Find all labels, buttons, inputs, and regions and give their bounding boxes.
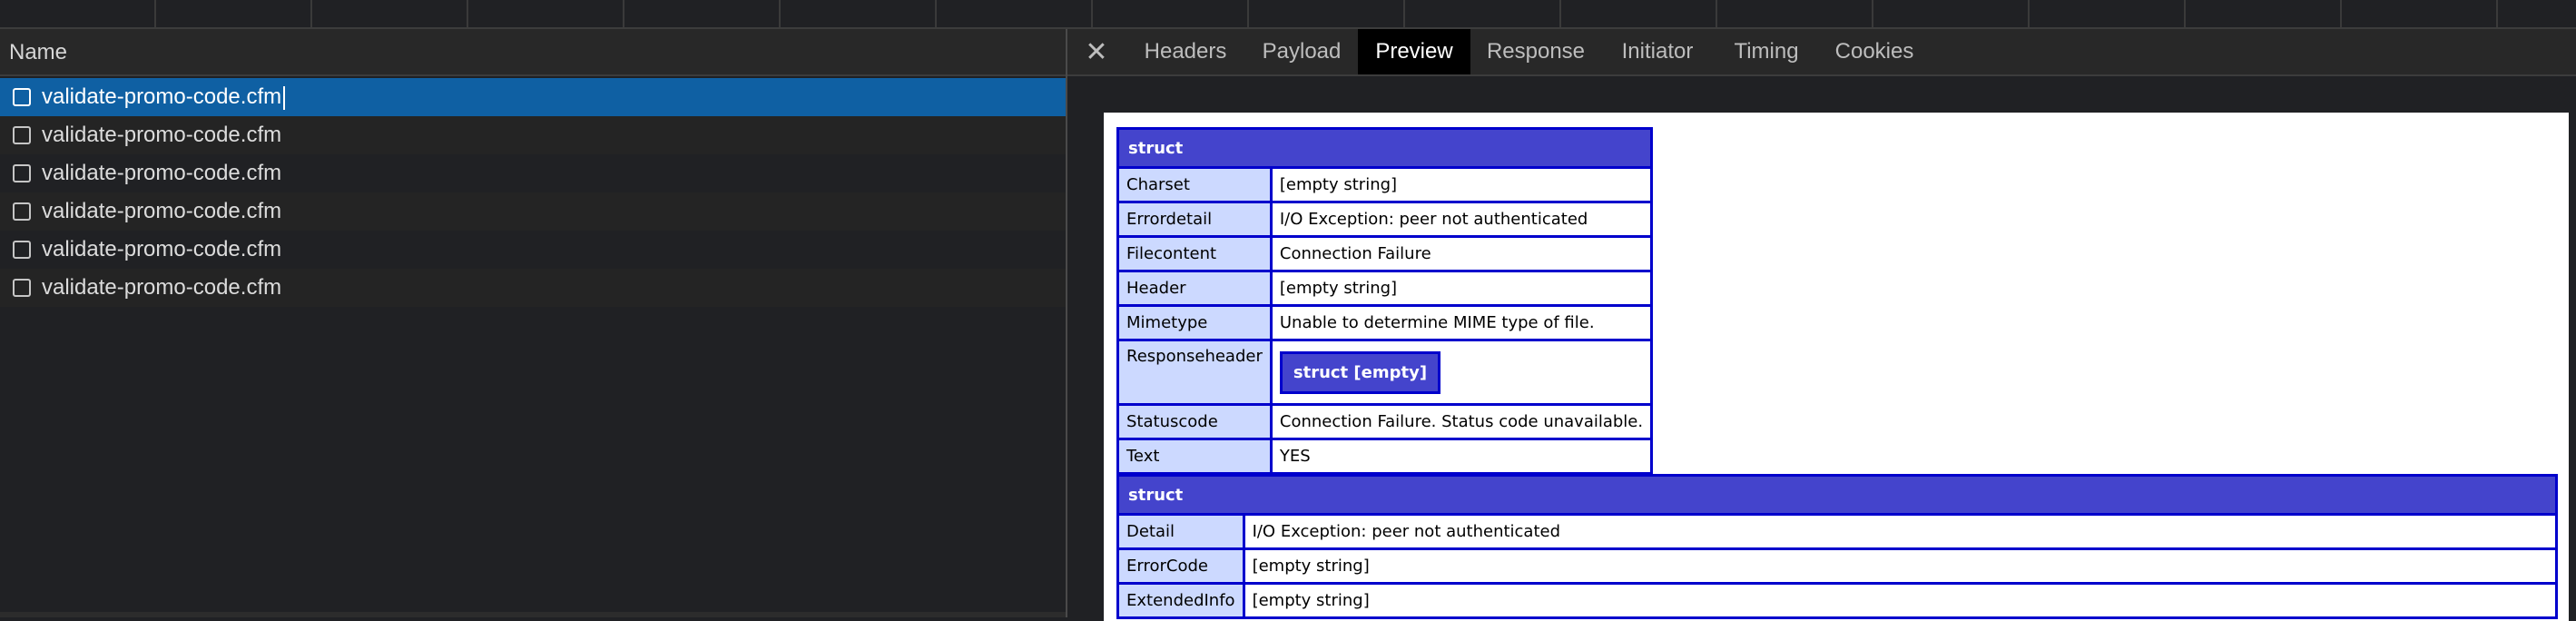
timeline-gridline	[1247, 0, 1249, 27]
tab-payload[interactable]: Payload	[1245, 29, 1358, 74]
timeline-gridline	[154, 0, 156, 27]
request-row[interactable]: validate-promo-code.cfm	[0, 231, 1066, 269]
timeline-gridline	[935, 0, 937, 27]
struct-row: Filecontent Connection Failure	[1119, 238, 1651, 272]
struct-key[interactable]: Statuscode	[1119, 406, 1273, 440]
struct-value: YES	[1272, 440, 1651, 472]
tab-initiator[interactable]: Initiator	[1601, 29, 1714, 74]
timeline-gridline	[2496, 0, 2498, 27]
request-checkbox[interactable]	[13, 241, 31, 259]
tab-response[interactable]: Response	[1470, 29, 1601, 74]
struct-row: Statuscode Connection Failure. Status co…	[1119, 406, 1651, 440]
timeline-gridline	[2184, 0, 2186, 27]
timeline-gridline	[623, 0, 624, 27]
struct-row: Responseheader struct [empty]	[1119, 341, 1651, 406]
timeline-gridline	[2028, 0, 2030, 27]
request-list: validate-promo-code.cfm validate-promo-c…	[0, 78, 1066, 307]
timeline-gridline	[310, 0, 312, 27]
timeline-gridline	[1403, 0, 1405, 27]
struct-value: I/O Exception: peer not authenticated	[1244, 516, 2555, 550]
request-list-pane: Name validate-promo-code.cfm validate-pr…	[0, 29, 1067, 617]
timeline-gridline	[1716, 0, 1717, 27]
struct-header[interactable]: struct	[1119, 477, 2555, 516]
text-cursor	[283, 85, 286, 110]
timeline-gridline	[1091, 0, 1093, 27]
request-name: validate-promo-code.cfm	[42, 78, 286, 116]
request-name: validate-promo-code.cfm	[42, 161, 282, 185]
request-name: validate-promo-code.cfm	[42, 123, 282, 147]
struct-value: struct [empty]	[1272, 341, 1651, 406]
struct-dump-table: struct Detail I/O Exception: peer not au…	[1116, 474, 2558, 619]
struct-row: Header [empty string]	[1119, 272, 1651, 307]
struct-value: [empty string]	[1244, 585, 2555, 616]
timeline-gridline	[1559, 0, 1561, 27]
struct-row: Detail I/O Exception: peer not authentic…	[1119, 516, 2555, 550]
details-tab-bar: ✕ Headers Payload Preview Response Initi…	[1067, 29, 2576, 76]
request-checkbox[interactable]	[13, 164, 31, 182]
struct-key[interactable]: ExtendedInfo	[1119, 585, 1245, 616]
struct-key[interactable]: Header	[1119, 272, 1273, 307]
struct-key[interactable]: Detail	[1119, 516, 1245, 550]
tab-preview[interactable]: Preview	[1358, 29, 1470, 74]
horizontal-scrollbar[interactable]	[0, 612, 1066, 617]
request-name: validate-promo-code.cfm	[42, 237, 282, 261]
nested-struct-empty[interactable]: struct [empty]	[1279, 350, 1441, 394]
tab-cookies[interactable]: Cookies	[1819, 29, 1930, 74]
struct-header[interactable]: struct	[1119, 130, 1651, 169]
request-row[interactable]: validate-promo-code.cfm	[0, 78, 1066, 116]
struct-row: Mimetype Unable to determine MIME type o…	[1119, 307, 1651, 341]
request-row[interactable]: validate-promo-code.cfm	[0, 269, 1066, 307]
struct-key[interactable]: Filecontent	[1119, 238, 1273, 272]
struct-key[interactable]: Charset	[1119, 169, 1273, 203]
struct-key[interactable]: ErrorCode	[1119, 550, 1245, 585]
request-checkbox[interactable]	[13, 202, 31, 221]
struct-key[interactable]: Mimetype	[1119, 307, 1273, 341]
request-name: validate-promo-code.cfm	[42, 199, 282, 223]
struct-row: Charset [empty string]	[1119, 169, 1651, 203]
struct-value: I/O Exception: peer not authenticated	[1272, 203, 1651, 238]
timeline-gridline	[2340, 0, 2342, 27]
request-checkbox[interactable]	[13, 88, 31, 106]
struct-row: ErrorCode [empty string]	[1119, 550, 2555, 585]
struct-value: [empty string]	[1272, 169, 1651, 203]
tab-headers[interactable]: Headers	[1126, 29, 1245, 74]
request-row[interactable]: validate-promo-code.cfm	[0, 154, 1066, 192]
struct-value: [empty string]	[1244, 550, 2555, 585]
struct-value: [empty string]	[1272, 272, 1651, 307]
struct-key[interactable]: Errordetail	[1119, 203, 1273, 238]
struct-row: Text YES	[1119, 440, 1651, 472]
struct-row: Errordetail I/O Exception: peer not auth…	[1119, 203, 1651, 238]
request-row[interactable]: validate-promo-code.cfm	[0, 192, 1066, 231]
timeline-gridline	[779, 0, 781, 27]
timeline-gridline	[467, 0, 468, 27]
request-row[interactable]: validate-promo-code.cfm	[0, 116, 1066, 154]
request-details-pane: ✕ Headers Payload Preview Response Initi…	[1067, 29, 2576, 621]
tab-timing[interactable]: Timing	[1714, 29, 1819, 74]
timeline-gridline	[1872, 0, 1873, 27]
preview-content[interactable]: struct Charset [empty string] Errordetai…	[1104, 113, 2569, 621]
timeline-overview[interactable]	[0, 0, 2576, 29]
struct-key[interactable]: Responseheader	[1119, 341, 1273, 406]
struct-value: Connection Failure	[1272, 238, 1651, 272]
struct-row: ExtendedInfo [empty string]	[1119, 585, 2555, 616]
struct-dump-table: struct Charset [empty string] Errordetai…	[1116, 127, 1654, 475]
request-checkbox[interactable]	[13, 279, 31, 297]
struct-key[interactable]: Text	[1119, 440, 1273, 472]
request-checkbox[interactable]	[13, 126, 31, 144]
name-column-header[interactable]: Name	[0, 29, 1066, 76]
struct-value: Unable to determine MIME type of file.	[1272, 307, 1651, 341]
struct-value: Connection Failure. Status code unavaila…	[1272, 406, 1651, 440]
close-icon[interactable]: ✕	[1084, 39, 1109, 66]
request-name: validate-promo-code.cfm	[42, 275, 282, 300]
